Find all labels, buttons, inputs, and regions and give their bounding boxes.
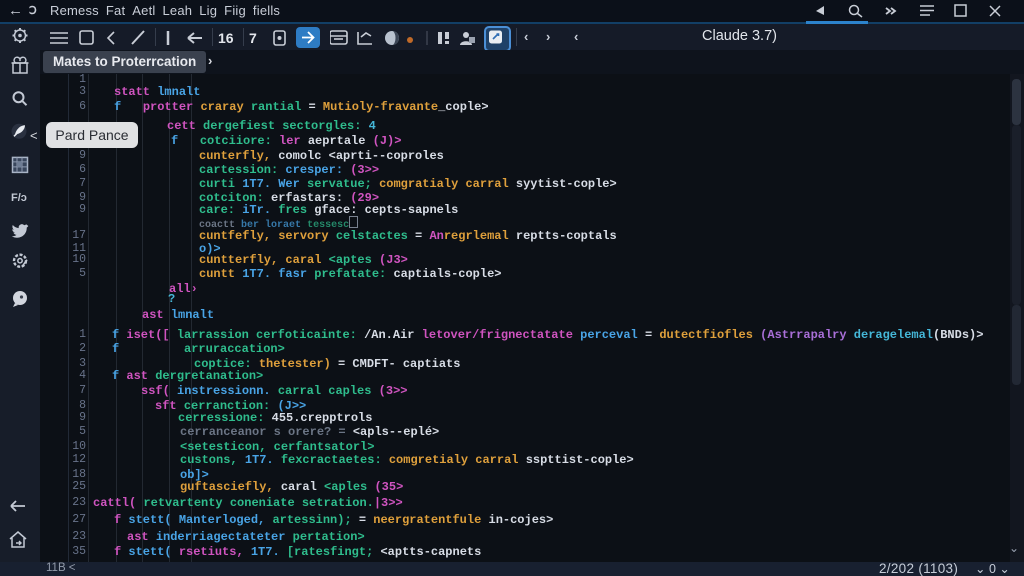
svg-text:16: 16	[218, 30, 234, 46]
svg-text:7: 7	[249, 30, 257, 46]
